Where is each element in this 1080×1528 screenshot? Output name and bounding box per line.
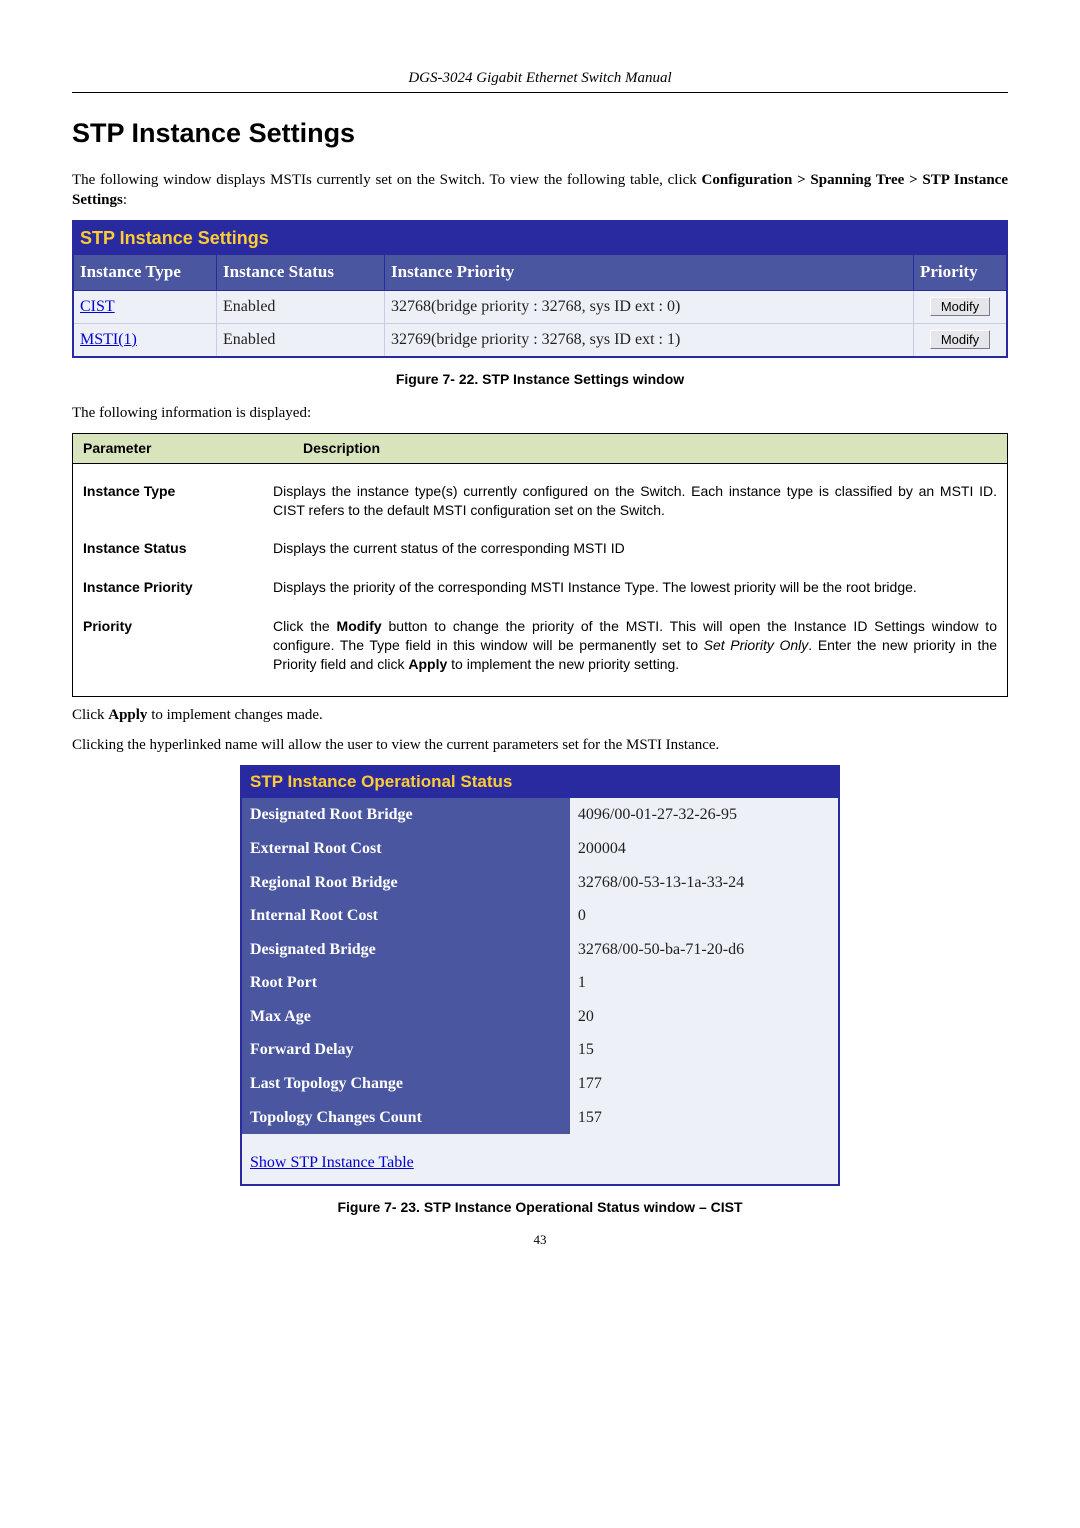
op-key: Internal Root Cost [241, 899, 570, 933]
intro-paragraph: The following window displays MSTIs curr… [72, 170, 1008, 211]
param-row: Instance Status Displays the current sta… [73, 531, 1007, 570]
op-value: 20 [570, 1000, 839, 1034]
op-key: Root Port [241, 966, 570, 1000]
text-fragment: to implement changes made. [147, 707, 322, 723]
text-bold: Apply [108, 707, 147, 723]
param-head-description: Description [293, 433, 1008, 463]
instance-link-msti1[interactable]: MSTI(1) [80, 331, 137, 348]
table-row: CIST Enabled 32768(bridge priority : 327… [73, 291, 1007, 324]
info-displayed-text: The following information is displayed: [72, 403, 1008, 423]
col-priority: Priority [914, 255, 1008, 291]
table-row: MSTI(1) Enabled 32769(bridge priority : … [73, 324, 1007, 357]
op-key: External Root Cost [241, 832, 570, 866]
op-row: Root Port1 [241, 966, 839, 1000]
op-row: Designated Root Bridge4096/00-01-27-32-2… [241, 798, 839, 832]
instance-priority-value: 32768(bridge priority : 32768, sys ID ex… [385, 291, 914, 324]
doc-header: DGS-3024 Gigabit Ethernet Switch Manual [72, 68, 1008, 93]
col-instance-status: Instance Status [217, 255, 385, 291]
op-value: 200004 [570, 832, 839, 866]
op-key: Regional Root Bridge [241, 866, 570, 900]
op-value: 177 [570, 1067, 839, 1101]
op-key: Topology Changes Count [241, 1101, 570, 1135]
op-row: Max Age20 [241, 1000, 839, 1034]
text-fragment: Click [72, 707, 108, 723]
param-name: Instance Type [83, 482, 273, 520]
param-desc: Displays the priority of the correspondi… [273, 578, 997, 597]
param-name: Instance Status [83, 539, 273, 558]
op-row: Topology Changes Count157 [241, 1101, 839, 1135]
op-value: 157 [570, 1101, 839, 1135]
stp-instance-settings-window: STP Instance Settings Instance Type Inst… [72, 220, 1008, 357]
op-row: Forward Delay15 [241, 1033, 839, 1067]
stp-operational-status-window: STP Instance Operational Status Designat… [240, 765, 840, 1185]
op-value: 1 [570, 966, 839, 1000]
instance-priority-value: 32769(bridge priority : 32768, sys ID ex… [385, 324, 914, 357]
instance-status: Enabled [217, 324, 385, 357]
op-row: External Root Cost200004 [241, 832, 839, 866]
param-row: Instance Priority Displays the priority … [73, 570, 1007, 609]
text-bold: Modify [337, 618, 382, 634]
op-row: Designated Bridge32768/00-50-ba-71-20-d6 [241, 933, 839, 967]
op-value: 32768/00-50-ba-71-20-d6 [570, 933, 839, 967]
param-desc: Displays the current status of the corre… [273, 539, 997, 558]
op-window-title: STP Instance Operational Status [241, 766, 839, 798]
intro-colon: : [123, 192, 127, 208]
op-value: 32768/00-53-13-1a-33-24 [570, 866, 839, 900]
text-fragment: to implement the new priority setting. [447, 656, 679, 672]
show-stp-instance-table-link[interactable]: Show STP Instance Table [250, 1154, 414, 1171]
op-value: 0 [570, 899, 839, 933]
op-key: Last Topology Change [241, 1067, 570, 1101]
hyperlink-note: Clicking the hyperlinked name will allow… [72, 735, 1008, 755]
text-bold: Apply [408, 656, 447, 672]
op-key: Forward Delay [241, 1033, 570, 1067]
page-number: 43 [72, 1231, 1008, 1249]
op-key: Designated Root Bridge [241, 798, 570, 832]
op-value: 15 [570, 1033, 839, 1067]
param-desc: Click the Modify button to change the pr… [273, 617, 997, 674]
intro-text: The following window displays MSTIs curr… [72, 172, 702, 188]
parameter-description-table: Parameter Description Instance Type Disp… [72, 433, 1008, 697]
op-row: Regional Root Bridge32768/00-53-13-1a-33… [241, 866, 839, 900]
param-desc: Displays the instance type(s) currently … [273, 482, 997, 520]
instance-link-cist[interactable]: CIST [80, 298, 115, 315]
apply-line: Click Apply to implement changes made. [72, 705, 1008, 725]
col-instance-priority: Instance Priority [385, 255, 914, 291]
section-title: STP Instance Settings [72, 115, 1008, 151]
param-row: Instance Type Displays the instance type… [73, 474, 1007, 532]
text-italic: Set Priority Only [704, 637, 809, 653]
param-row-priority: Priority Click the Modify button to chan… [73, 609, 1007, 686]
op-value: 4096/00-01-27-32-26-95 [570, 798, 839, 832]
op-key: Max Age [241, 1000, 570, 1034]
param-head-parameter: Parameter [73, 433, 294, 463]
instance-status: Enabled [217, 291, 385, 324]
modify-button[interactable]: Modify [930, 330, 990, 349]
stp-window-title: STP Instance Settings [73, 221, 1007, 255]
op-row: Internal Root Cost0 [241, 899, 839, 933]
modify-button[interactable]: Modify [930, 297, 990, 316]
figure-23-caption: Figure 7- 23. STP Instance Operational S… [72, 1198, 1008, 1217]
figure-22-caption: Figure 7- 22. STP Instance Settings wind… [72, 370, 1008, 389]
op-row: Last Topology Change177 [241, 1067, 839, 1101]
param-name: Instance Priority [83, 578, 273, 597]
col-instance-type: Instance Type [73, 255, 217, 291]
param-name: Priority [83, 617, 273, 674]
text-fragment: Click the [273, 618, 337, 634]
op-key: Designated Bridge [241, 933, 570, 967]
